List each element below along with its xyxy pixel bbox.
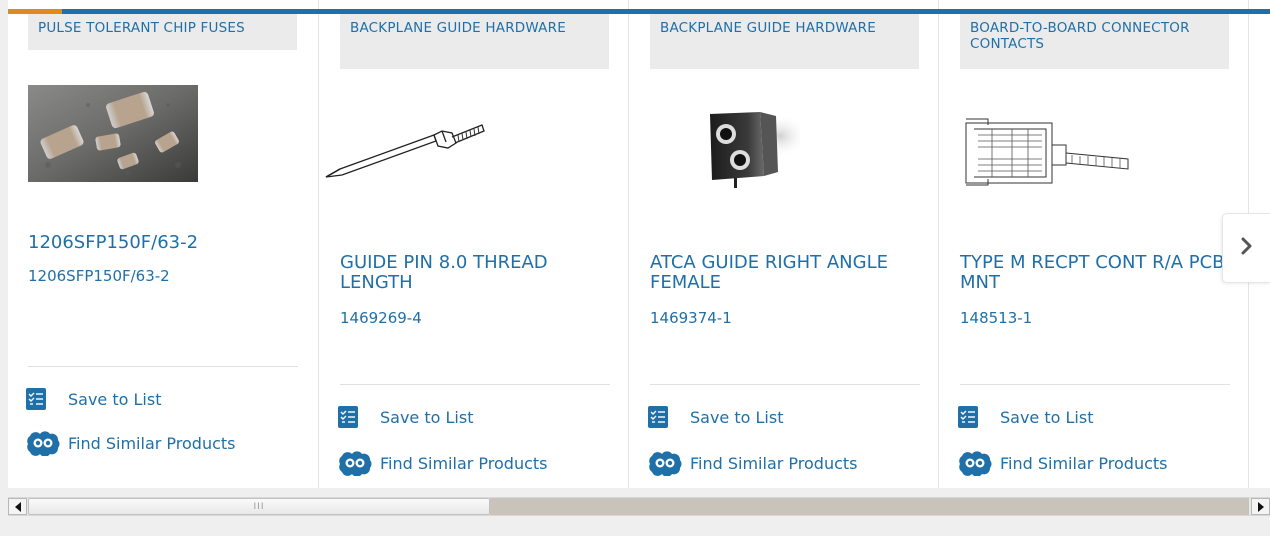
chevron-right-icon [1240, 236, 1254, 260]
save-to-list-button[interactable]: Save to List [648, 406, 783, 428]
product-card: BOARD-TO-BOARD CONNECTOR CONTACTS TYPE M… [940, 0, 1250, 488]
find-similar-button[interactable]: Find Similar Products [648, 450, 858, 477]
product-title[interactable]: TYPE M RECPT CONT R/A PCB MNT [960, 253, 1230, 293]
find-similar-label: Find Similar Products [690, 453, 858, 473]
save-to-list-label: Save to List [1000, 407, 1094, 427]
similar-products-icon [338, 450, 374, 477]
carousel-next-button[interactable] [1222, 213, 1270, 283]
card-divider [960, 384, 1230, 385]
top-accent-bar [8, 9, 1270, 14]
part-number[interactable]: 1469374-1 [650, 309, 732, 327]
save-to-list-label: Save to List [690, 407, 784, 427]
scroll-grip: III [253, 501, 265, 512]
part-number[interactable]: 1206SFP150F/63-2 [28, 267, 170, 285]
checklist-icon [338, 406, 358, 428]
save-to-list-button[interactable]: Save to List [338, 406, 473, 428]
page-frame: PULSE TOLERANT CHIP FUSES 1206SFP150F/63… [0, 0, 1270, 536]
active-indicator [8, 9, 62, 14]
card-divider [650, 384, 920, 385]
product-title[interactable]: 1206SFP150F/63-2 [28, 233, 298, 253]
part-number[interactable]: 1469269-4 [340, 309, 422, 327]
scroll-track[interactable] [490, 498, 1249, 515]
arrow-left-icon [14, 497, 22, 516]
product-card: PULSE TOLERANT CHIP FUSES 1206SFP150F/63… [8, 0, 318, 488]
product-title[interactable]: GUIDE PIN 8.0 THREAD LENGTH [340, 253, 610, 293]
product-carousel: PULSE TOLERANT CHIP FUSES 1206SFP150F/63… [8, 0, 1270, 488]
product-image[interactable] [28, 85, 198, 182]
column-divider [318, 0, 319, 488]
part-number[interactable]: 148513-1 [960, 309, 1032, 327]
save-to-list-button[interactable]: Save to List [958, 406, 1093, 428]
category-label[interactable]: BACKPLANE GUIDE HARDWARE [340, 14, 609, 69]
similar-products-icon [26, 430, 62, 457]
column-divider [628, 0, 629, 488]
product-card: BACKPLANE GUIDE HARDWARE ATCA GUIDE RIGH… [630, 0, 940, 488]
category-label[interactable]: BACKPLANE GUIDE HARDWARE [650, 14, 919, 69]
find-similar-button[interactable]: Find Similar Products [958, 450, 1168, 477]
product-title[interactable]: ATCA GUIDE RIGHT ANGLE FEMALE [650, 253, 920, 293]
checklist-icon [958, 406, 978, 428]
find-similar-button[interactable]: Find Similar Products [26, 430, 236, 457]
column-divider [938, 0, 939, 488]
save-to-list-label: Save to List [380, 407, 474, 427]
scroll-left-button[interactable] [8, 498, 27, 515]
category-label[interactable]: BOARD-TO-BOARD CONNECTOR CONTACTS [960, 14, 1229, 69]
card-divider [28, 366, 298, 367]
arrow-right-icon [1257, 497, 1265, 516]
scroll-thumb[interactable]: III [28, 498, 490, 515]
category-label[interactable]: PULSE TOLERANT CHIP FUSES [28, 14, 297, 50]
save-to-list-label: Save to List [68, 389, 162, 409]
product-image[interactable] [962, 115, 1132, 190]
similar-products-icon [958, 450, 994, 477]
similar-products-icon [648, 450, 684, 477]
product-image[interactable] [322, 115, 492, 185]
checklist-icon [26, 388, 46, 410]
find-similar-label: Find Similar Products [1000, 453, 1168, 473]
find-similar-button[interactable]: Find Similar Products [338, 450, 548, 477]
checklist-icon [648, 406, 668, 428]
find-similar-label: Find Similar Products [68, 433, 236, 453]
save-to-list-button[interactable]: Save to List [26, 388, 161, 410]
card-divider [340, 384, 610, 385]
product-image[interactable] [690, 106, 808, 192]
horizontal-scrollbar[interactable]: III [8, 497, 1270, 516]
find-similar-label: Find Similar Products [380, 453, 548, 473]
scroll-right-button[interactable] [1251, 498, 1270, 515]
product-card: BACKPLANE GUIDE HARDWARE GUIDE PIN 8.0 T… [320, 0, 630, 488]
